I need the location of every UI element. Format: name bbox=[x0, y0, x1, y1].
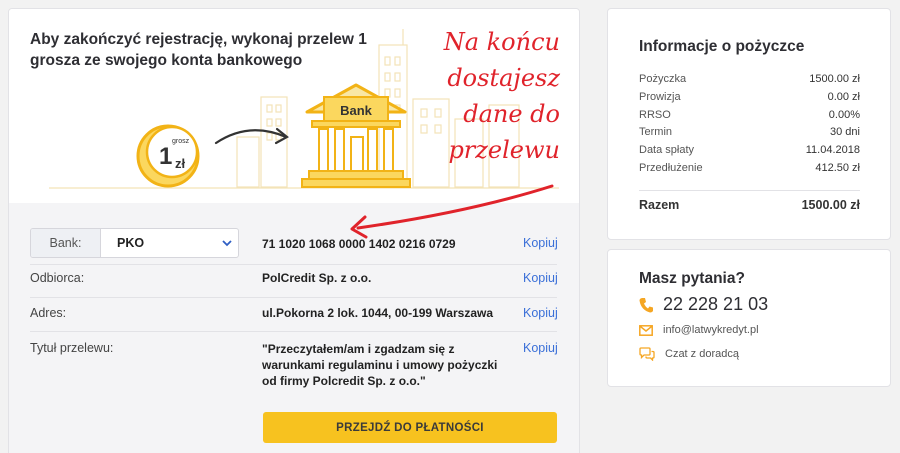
phone-icon bbox=[639, 297, 653, 312]
divider bbox=[639, 190, 860, 191]
email-line[interactable]: info@latwykredyt.pl bbox=[639, 324, 759, 336]
loan-info-card: Informacje o pożyczce Pożyczka 1500.00 zł… bbox=[607, 8, 891, 240]
phone-line[interactable]: 22 228 21 03 bbox=[639, 294, 768, 315]
info-row: Prowizja 0.00 zł bbox=[639, 91, 860, 103]
info-row: RRSO 0.00% bbox=[639, 109, 860, 121]
mail-icon bbox=[639, 324, 653, 336]
chat-label: Czat z doradcą bbox=[665, 348, 739, 360]
loan-info-title: Informacje o pożyczce bbox=[639, 38, 805, 55]
info-row: Termin 30 dni bbox=[639, 126, 860, 138]
phone-number: 22 228 21 03 bbox=[663, 294, 769, 314]
contact-title: Masz pytania? bbox=[639, 270, 745, 287]
email-address: info@latwykredyt.pl bbox=[663, 324, 759, 336]
info-row: Pożyczka 1500.00 zł bbox=[639, 73, 860, 85]
info-row: Data spłaty 11.04.2018 bbox=[639, 144, 860, 156]
chat-line[interactable]: Czat z doradcą bbox=[639, 347, 739, 361]
chat-icon bbox=[639, 347, 655, 361]
total-row: Razem 1500.00 zł bbox=[639, 198, 860, 212]
info-row: Przedłużenie 412.50 zł bbox=[639, 162, 860, 174]
contact-card: Masz pytania? 22 228 21 03 info@latwykre… bbox=[607, 249, 891, 387]
